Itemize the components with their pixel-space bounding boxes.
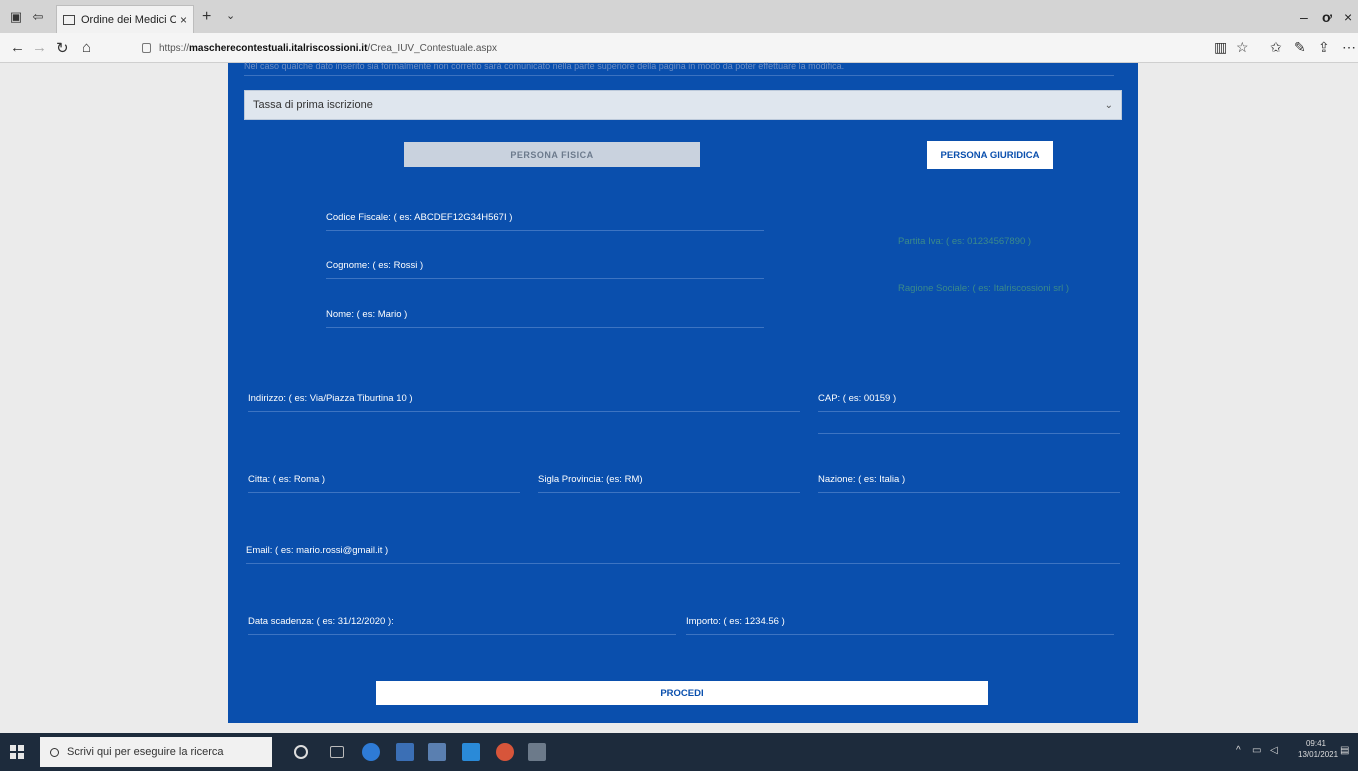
pen-icon[interactable]: ✎ <box>1294 39 1306 56</box>
network-icon[interactable]: ▭ <box>1252 745 1261 756</box>
indirizzo-field[interactable]: Indirizzo: ( es: Via/Piazza Tiburtina 10… <box>248 393 800 412</box>
minimize-icon[interactable]: – <box>1300 9 1308 25</box>
new-tab-icon[interactable]: + <box>202 8 211 26</box>
cap-field[interactable]: CAP: ( es: 00159 ) <box>818 393 1120 412</box>
windows-start-icon[interactable] <box>10 745 24 759</box>
payment-form: Nel caso qualche dato inserito sia forma… <box>228 61 1138 723</box>
reading-view-icon[interactable]: ▥ <box>1214 39 1227 56</box>
ragione-sociale-field[interactable]: Ragione Sociale: ( es: Italriscossioni s… <box>898 283 1098 301</box>
tax-type-value: Tassa di prima iscrizione <box>253 99 373 111</box>
mail-icon[interactable] <box>462 743 480 761</box>
taskbar-clock[interactable]: 09:41 13/01/2021 <box>1298 738 1339 760</box>
taskbar-search-box[interactable]: Scrivi qui per eseguire la ricerca <box>40 737 272 767</box>
back-icon[interactable]: ← <box>10 39 25 56</box>
address-bar: ← → ↻ ⌂ https://maschere­contestuali.ita… <box>0 33 1358 63</box>
volume-icon[interactable]: ◁ <box>1270 745 1278 756</box>
store-icon[interactable] <box>428 743 446 761</box>
url-host: maschere­contestuali.italriscossioni.it <box>189 42 368 54</box>
url-prefix: https:// <box>159 42 190 54</box>
chrome-icon[interactable] <box>496 743 514 761</box>
app-icon[interactable] <box>528 743 546 761</box>
tab-title: Ordine dei Medici Chiru <box>81 13 176 26</box>
tab-active[interactable]: Ordine dei Medici Chiru × <box>56 5 194 33</box>
tax-type-select[interactable]: Tassa di prima iscrizione ⌄ <box>244 90 1122 120</box>
file-explorer-icon[interactable] <box>396 743 414 761</box>
tray-chevron-up-icon[interactable]: ^ <box>1236 745 1241 756</box>
set-tabs-aside-icon[interactable]: ⇦ <box>30 10 46 24</box>
chevron-down-icon: ⌄ <box>1104 99 1113 111</box>
email-field[interactable]: Email: ( es: mario.rossi@gmail.it ) <box>246 545 1120 564</box>
cognome-field[interactable]: Cognome: ( es: Rossi ) <box>326 260 764 279</box>
tab-actions-icon[interactable]: ▣ <box>8 10 24 24</box>
taskbar: Scrivi qui per eseguire la ricerca ^ ▭ ◁… <box>0 733 1358 771</box>
url-path: /Crea_IUV_Contestuale.aspx <box>367 42 497 54</box>
persona-giuridica-button[interactable]: PERSONA GIURIDICA <box>927 141 1053 169</box>
data-scadenza-field[interactable]: Data scadenza: ( es: 31/12/2020 ): <box>248 616 676 635</box>
persona-fisica-button[interactable]: PERSONA FISICA <box>404 142 700 167</box>
refresh-icon[interactable]: ↻ <box>56 39 69 57</box>
more-icon[interactable]: ⋯ <box>1342 39 1356 56</box>
nazione-field[interactable]: Nazione: ( es: Italia ) <box>818 474 1120 493</box>
url-field[interactable]: https://maschere­contestuali.italriscoss… <box>142 40 497 56</box>
page-content: Nel caso qualche dato inserito sia forma… <box>0 61 1358 733</box>
task-view-icon[interactable] <box>330 746 344 758</box>
favorites-icon[interactable]: ✩ <box>1270 39 1282 56</box>
favorite-star-icon[interactable]: ☆ <box>1236 39 1249 56</box>
close-window-icon[interactable]: × <box>1344 9 1352 25</box>
codice-fiscale-field[interactable]: Codice Fiscale: ( es: ABCDEF12G34H567I ) <box>326 212 764 231</box>
partita-iva-field[interactable]: Partita Iva: ( es: 01234567890 ) <box>898 236 1098 254</box>
importo-field[interactable]: Importo: ( es: 1234.56 ) <box>686 616 1114 635</box>
tab-preview-chevron-icon[interactable]: ⌄ <box>226 9 235 22</box>
cortana-icon[interactable] <box>294 745 308 759</box>
browser-tab-bar: ▣ ⇦ Ordine dei Medici Chiru × + ⌄ – ơ × <box>0 0 1358 33</box>
share-icon[interactable]: ⇪ <box>1318 39 1330 56</box>
edge-browser-icon[interactable] <box>362 743 380 761</box>
procedi-button[interactable]: PROCEDI <box>376 681 988 705</box>
restore-icon[interactable]: ơ <box>1322 9 1332 25</box>
page-icon <box>63 14 75 25</box>
clock-date: 13/01/2021 <box>1298 750 1339 759</box>
search-placeholder: Scrivi qui per eseguire la ricerca <box>67 746 224 758</box>
home-icon[interactable]: ⌂ <box>82 39 91 56</box>
clock-time: 09:41 <box>1305 739 1327 748</box>
lock-icon <box>142 43 151 53</box>
search-icon <box>50 747 59 757</box>
sigla-provincia-field[interactable]: Sigla Provincia: (es: RM) <box>538 474 800 493</box>
notifications-icon[interactable]: ▤ <box>1340 745 1349 756</box>
forward-icon[interactable]: → <box>32 39 47 56</box>
citta-field[interactable]: Citta: ( es: Roma ) <box>248 474 520 493</box>
nome-field[interactable]: Nome: ( es: Mario ) <box>326 309 764 328</box>
form-notice: Nel caso qualche dato inserito sia forma… <box>244 61 1114 76</box>
tab-close-icon[interactable]: × <box>180 13 187 27</box>
cap-underline <box>818 433 1120 434</box>
